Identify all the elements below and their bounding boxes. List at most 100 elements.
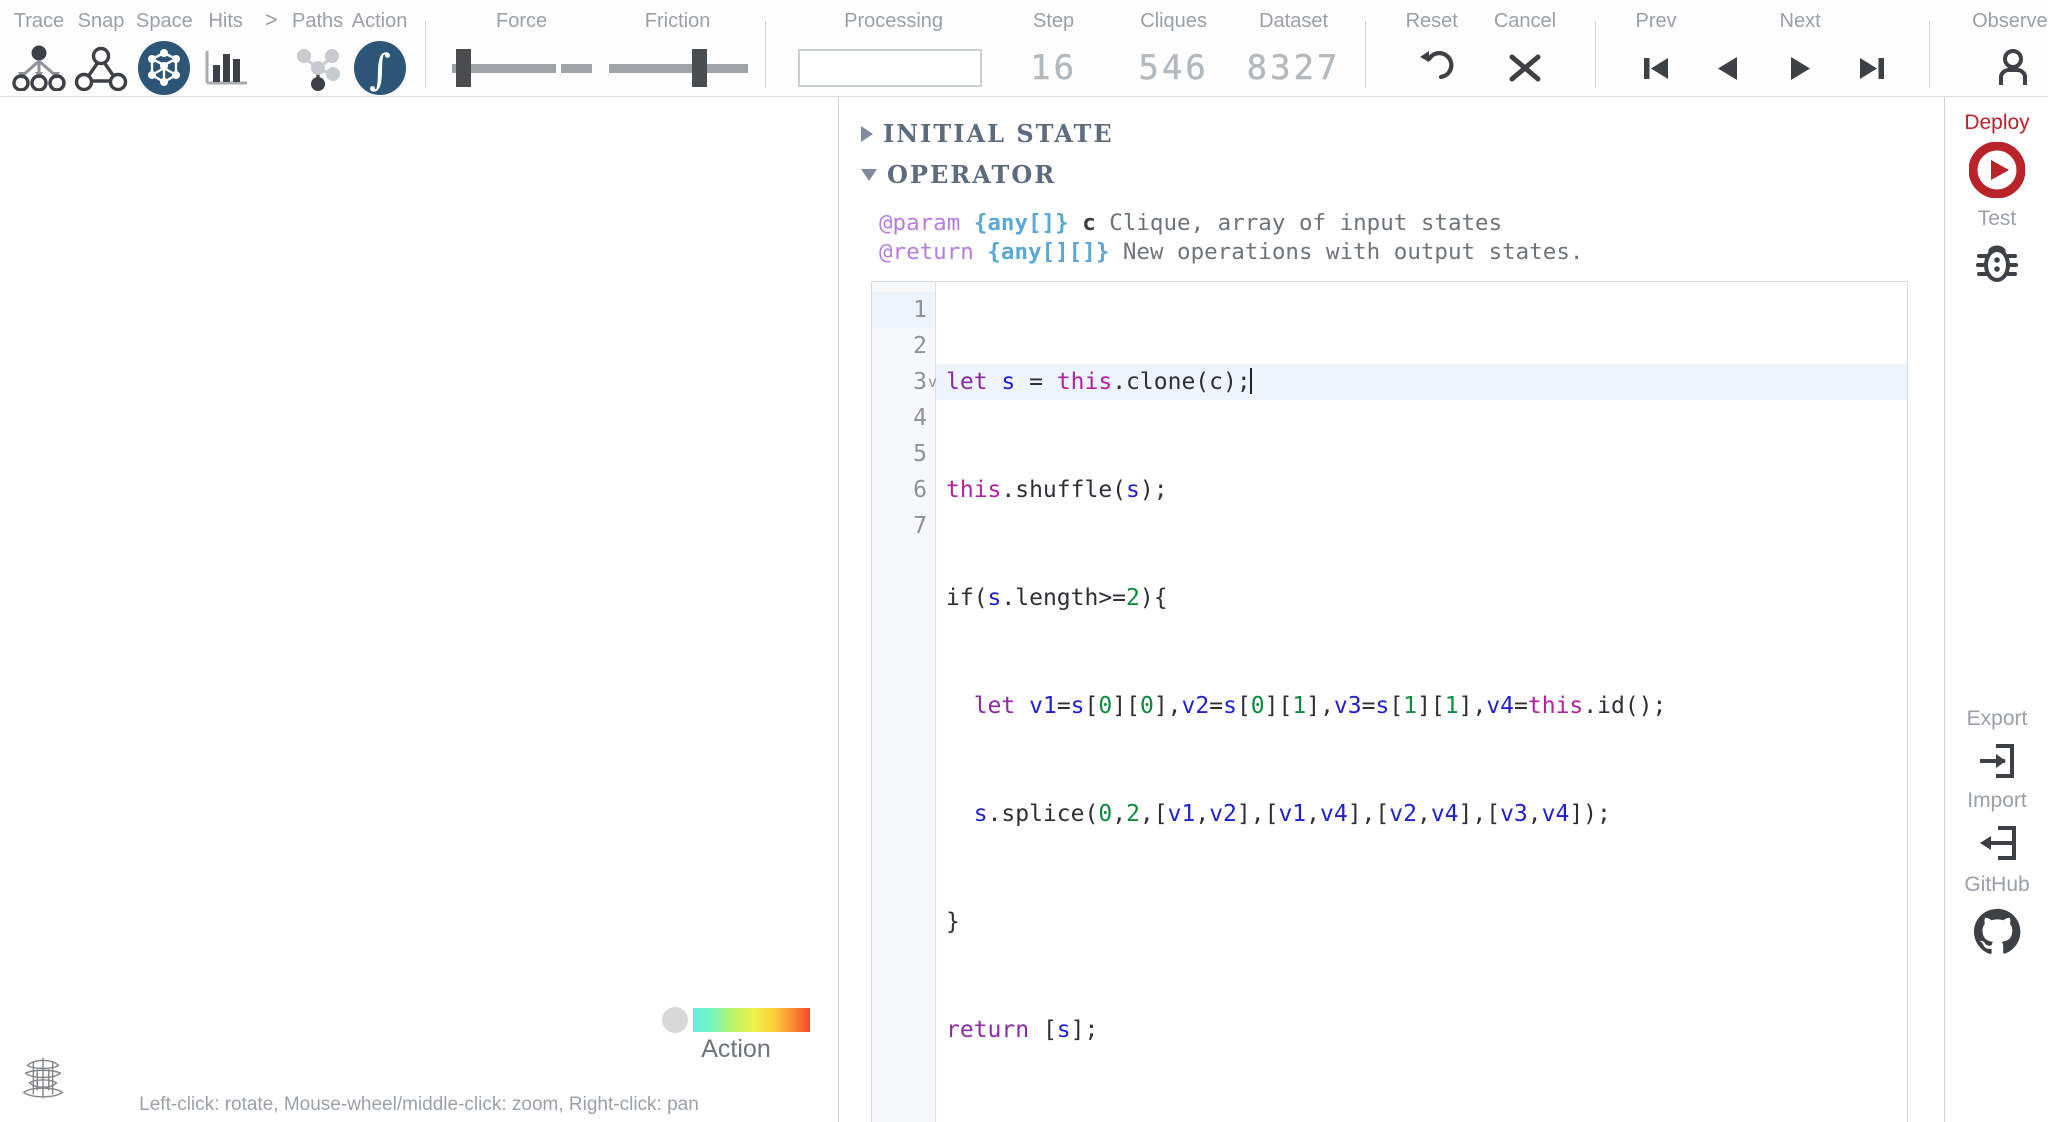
force-slider-knob[interactable] [455, 49, 471, 87]
github-icon[interactable] [1970, 904, 2024, 958]
transport-back[interactable] [1692, 0, 1764, 96]
export-label: Export [1966, 707, 2028, 730]
snap-triangle-icon[interactable] [74, 40, 128, 96]
play-circle-icon[interactable] [1969, 142, 2025, 198]
fold-toggle-icon[interactable]: v [928, 364, 937, 400]
dataset-value: 8327 [1246, 48, 1341, 88]
tool-hits[interactable]: Hits [197, 0, 255, 96]
deploy-button[interactable]: Deploy [1945, 111, 2048, 198]
space-cube-icon[interactable] [136, 40, 192, 96]
toolbar-group-history: Reset Cancel [1366, 0, 1597, 96]
friction-slider-track [607, 63, 748, 73]
code-line[interactable]: let s = this.clone(c); [936, 364, 1907, 400]
prev-label: Prev [1635, 10, 1677, 32]
observer-button[interactable]: Observer [1956, 0, 2048, 96]
toolbar-group-tools: Trace Snap Space Hits > Paths Action ∫ [8, 0, 426, 96]
tool-trace-label: Trace [13, 10, 65, 32]
graph-viewport[interactable]: Action Left-click: rotate, Mouse-wheel/m… [0, 97, 839, 1122]
skip-start-icon[interactable] [1634, 40, 1678, 96]
play-icon[interactable] [1778, 40, 1822, 96]
code-line[interactable]: return [s]; [936, 1012, 1907, 1048]
control-friction-label: Friction [644, 10, 711, 32]
step-value: 16 [1030, 48, 1078, 88]
tool-action-label: Action [351, 10, 408, 32]
readout-processing: Processing [794, 0, 994, 96]
reset-button[interactable]: Reset [1388, 0, 1476, 96]
import-button[interactable]: Import [1945, 789, 2048, 866]
paths-tree-icon[interactable] [292, 40, 344, 96]
section-initial-state[interactable]: INITIAL STATE [857, 115, 1908, 152]
section-initial-state-label: INITIAL STATE [883, 119, 1114, 148]
jsdoc-param-type: {any[]} [973, 210, 1069, 236]
transport-last[interactable] [1836, 0, 1908, 96]
jsdoc-return-type: {any[][]} [987, 239, 1110, 265]
step-back-icon[interactable] [1706, 40, 1750, 96]
force-slider[interactable] [448, 40, 596, 96]
export-arrow-icon[interactable] [1972, 738, 2022, 784]
tool-action[interactable]: Action ∫ [348, 0, 412, 96]
model-editor-panel: INITIAL STATE OPERATOR @param {any[]} c … [839, 97, 1944, 1122]
jsdoc-return-desc: New operations with output states. [1122, 239, 1584, 265]
section-operator-label: OPERATOR [887, 160, 1057, 189]
transport-first[interactable]: Prev [1620, 0, 1692, 96]
reset-label: Reset [1405, 10, 1458, 32]
tool-snap-label: Snap [77, 10, 125, 32]
top-toolbar: Trace Snap Space Hits > Paths Action ∫ F… [0, 0, 2048, 97]
code-text-area[interactable]: let s = this.clone(c); this.shuffle(s); … [936, 282, 1907, 1122]
force-directed-graph[interactable] [0, 97, 838, 1122]
processing-progress-bar [797, 49, 982, 87]
chevron-down-icon[interactable] [861, 168, 877, 181]
tool-paths-label: Paths [292, 10, 344, 32]
chevron-right-icon[interactable] [861, 125, 873, 142]
dataset-label: Dataset [1259, 10, 1329, 32]
jsdoc-param-name: c [1082, 210, 1096, 236]
control-friction[interactable]: Friction [600, 0, 756, 96]
transport-play[interactable]: Next [1764, 0, 1836, 96]
import-arrow-icon[interactable] [1972, 820, 2022, 866]
close-x-icon[interactable] [1503, 40, 1547, 96]
next-label: Next [1779, 10, 1821, 32]
operator-code-editor[interactable]: 1 2 3v 4 5 6 7 let s = this.clone(c); th… [871, 281, 1908, 1122]
bug-icon[interactable] [1971, 238, 2023, 290]
test-button[interactable]: Test [1945, 207, 2048, 290]
code-line[interactable]: if(s.length>=2){ [936, 580, 1907, 616]
tool-space[interactable]: Space [132, 0, 197, 96]
processing-label: Processing [844, 10, 944, 32]
line-number: 1 [872, 292, 935, 328]
code-line[interactable]: this.shuffle(s); [936, 472, 1907, 508]
cancel-label: Cancel [1493, 10, 1557, 32]
main-body: Action Left-click: rotate, Mouse-wheel/m… [0, 97, 2048, 1122]
legend-label: Action [701, 1035, 771, 1063]
friction-slider-knob[interactable] [691, 49, 707, 87]
export-button[interactable]: Export [1945, 707, 2048, 784]
tool-snap[interactable]: Snap [70, 0, 132, 96]
undo-arrow-icon[interactable] [1409, 40, 1455, 96]
legend-null-swatch [662, 1007, 688, 1033]
code-line[interactable]: s.splice(0,2,[v1,v2],[v1,v4],[v2,v4],[v3… [936, 796, 1907, 832]
code-line[interactable]: } [936, 904, 1907, 940]
step-label: Step [1033, 10, 1075, 32]
github-button[interactable]: GitHub [1945, 873, 2048, 958]
line-number: 2 [913, 333, 927, 359]
jsdoc-param-tag: @param [879, 210, 961, 236]
line-number: 6 [913, 477, 927, 503]
skip-end-icon[interactable] [1850, 40, 1894, 96]
code-line[interactable]: let v1=s[0][0],v2=s[0][1],v3=s[1][1],v4=… [936, 688, 1907, 724]
control-force-label: Force [496, 10, 548, 32]
tool-paths[interactable]: Paths [288, 0, 348, 96]
histogram-icon[interactable] [201, 40, 251, 96]
tool-trace[interactable]: Trace [8, 0, 70, 96]
right-rail: Deploy Test Export Import GitHub [1944, 97, 2048, 1122]
readout-step: Step 16 [994, 0, 1114, 96]
cancel-button[interactable]: Cancel [1476, 0, 1574, 96]
action-legend: Action [662, 1007, 810, 1064]
line-number: 4 [913, 405, 927, 431]
import-label: Import [1967, 789, 2027, 812]
trace-graph-icon[interactable] [12, 40, 66, 96]
observer-label: Observer [1972, 10, 2048, 32]
integral-icon[interactable]: ∫ [352, 40, 408, 96]
person-icon[interactable] [1991, 40, 2035, 96]
section-operator[interactable]: OPERATOR [857, 156, 1908, 193]
control-force[interactable]: Force [444, 0, 600, 96]
friction-slider[interactable] [603, 40, 752, 96]
